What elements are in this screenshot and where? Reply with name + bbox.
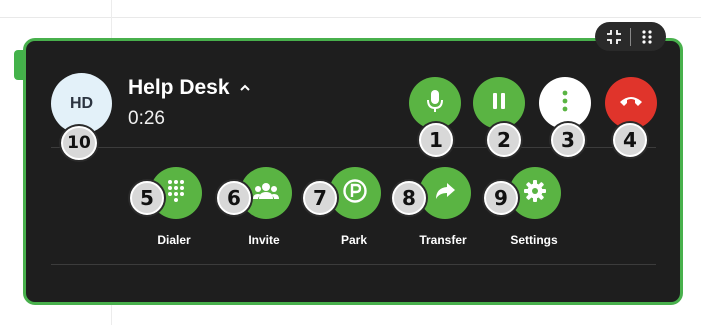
- avatar: HD: [51, 73, 112, 134]
- settings-label: Settings: [510, 233, 558, 247]
- hangup-button[interactable]: [605, 77, 657, 129]
- drag-handle-icon[interactable]: [636, 26, 658, 48]
- bottom-divider: [51, 264, 656, 265]
- annotation-badge: 3: [551, 123, 585, 157]
- gear-icon: [523, 179, 547, 208]
- people-icon: [252, 181, 280, 206]
- annotation-badge: 7: [303, 181, 337, 215]
- annotation-badge: 6: [217, 181, 251, 215]
- vertical-ellipsis-icon: [562, 90, 568, 117]
- annotation-badge: 9: [484, 181, 518, 215]
- pause-icon: [490, 91, 508, 116]
- contact-header[interactable]: Help Desk: [128, 76, 250, 100]
- transfer-label: Transfer: [419, 233, 467, 247]
- annotation-badge: 8: [392, 181, 426, 215]
- park-icon: [342, 178, 368, 209]
- annotation-badge: 1: [419, 123, 453, 157]
- hangup-phone-icon: [618, 94, 644, 113]
- mute-button[interactable]: [409, 77, 461, 129]
- collapse-icon[interactable]: [603, 26, 625, 48]
- background-divider: [0, 17, 701, 18]
- toolbar-separator: [629, 27, 631, 46]
- park-button[interactable]: [329, 167, 381, 219]
- annotation-badge: 4: [613, 123, 647, 157]
- annotation-badge: 2: [487, 123, 521, 157]
- more-options-button[interactable]: [539, 77, 591, 129]
- forward-arrow-icon: [433, 181, 457, 206]
- widget-toolbar: [595, 22, 666, 51]
- transfer-button[interactable]: [419, 167, 471, 219]
- hold-button[interactable]: [473, 77, 525, 129]
- avatar-initials: HD: [69, 94, 94, 112]
- contact-name: Help Desk: [128, 76, 230, 99]
- call-timer: 0:26: [128, 108, 165, 129]
- annotation-badge: 5: [130, 181, 164, 215]
- caret-up-icon[interactable]: [239, 83, 250, 93]
- dialer-label: Dialer: [157, 233, 191, 247]
- invite-label: Invite: [248, 233, 280, 247]
- annotation-badge: 10: [61, 126, 97, 160]
- keypad-icon: [166, 179, 186, 208]
- park-label: Park: [340, 233, 368, 247]
- microphone-icon: [425, 88, 445, 119]
